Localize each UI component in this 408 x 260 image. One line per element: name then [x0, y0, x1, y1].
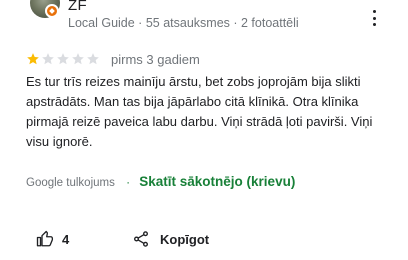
like-button[interactable]: 4: [36, 230, 69, 248]
translation-label: Google tulkojums: [26, 177, 115, 189]
local-guide-badge-icon: [45, 4, 59, 18]
review-actions: 4 Kopīgot: [0, 230, 408, 254]
star-icon: [42, 53, 54, 65]
star-icon: [72, 53, 84, 65]
star-icon: [57, 53, 69, 65]
review-text: Es tur trīs reizes mainīju ārstu, bet zo…: [26, 74, 373, 149]
like-count: 4: [62, 231, 70, 247]
thumb-up-icon: [36, 230, 54, 247]
translation-row: Google tulkojums · Skatīt sākotnējo (kri…: [26, 174, 295, 189]
star-icon: [27, 53, 39, 65]
reviewer-meta[interactable]: Local Guide · 55 atsauksmes · 2 fotoattē…: [68, 16, 299, 30]
share-button[interactable]: Kopīgot: [132, 230, 209, 248]
stars: [26, 52, 101, 66]
more-vert-icon[interactable]: [370, 10, 378, 26]
reviewer-name[interactable]: ZF: [68, 0, 87, 14]
avatar[interactable]: [30, 0, 60, 18]
share-icon: [134, 231, 148, 247]
star-icon: [87, 53, 99, 65]
review-date: pirms 3 gadiem: [111, 51, 200, 67]
share-label: Kopīgot: [160, 231, 210, 247]
separator-dot: ·: [126, 175, 131, 189]
star-rating: pirms 3 gadiem: [26, 51, 200, 67]
review-header: ZF Local Guide · 55 atsauksmes · 2 fotoa…: [0, 0, 408, 40]
view-original-link[interactable]: Skatīt sākotnējo (krievu): [139, 174, 295, 189]
